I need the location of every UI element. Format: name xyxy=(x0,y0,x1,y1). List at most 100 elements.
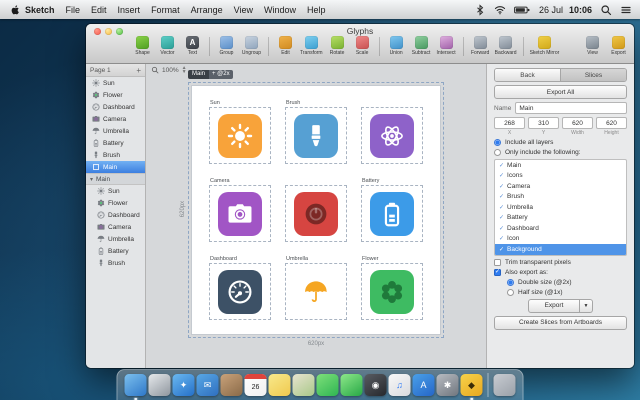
tile-cell-dashboard[interactable]: Dashboard xyxy=(209,256,271,320)
sidebar-item-sun[interactable]: Sun xyxy=(86,185,145,197)
menu-help[interactable]: Help xyxy=(307,5,326,15)
dock-messages-icon[interactable] xyxy=(317,374,339,396)
sidebar-item-main[interactable]: Main xyxy=(86,161,145,173)
minimize-button[interactable] xyxy=(105,28,112,35)
export-dropdown-arrow[interactable]: ▼ xyxy=(580,299,593,313)
layer-row-icon[interactable]: ✓Icon xyxy=(495,234,626,245)
toolbar-subtract[interactable]: Subtract xyxy=(411,36,432,56)
also-export-checkbox[interactable]: ✓ xyxy=(494,269,501,276)
zoom-button[interactable] xyxy=(116,28,123,35)
checkmark-icon[interactable]: ✓ xyxy=(499,172,504,179)
only-include-radio[interactable] xyxy=(494,149,501,156)
create-slices-button[interactable]: Create Slices from Artboards xyxy=(494,316,627,330)
double-size-radio[interactable] xyxy=(507,279,514,286)
menu-edit[interactable]: Edit xyxy=(91,5,107,15)
toolbar-vector[interactable]: Vector xyxy=(157,36,178,56)
wifi-icon[interactable] xyxy=(494,4,506,16)
tile-cell-battery[interactable]: Battery xyxy=(361,178,423,242)
sidebar-item-battery[interactable]: Battery xyxy=(86,137,145,149)
sidebar-item-dashboard[interactable]: Dashboard xyxy=(86,209,145,221)
height-input[interactable]: 620 xyxy=(596,117,627,129)
zoom-control[interactable]: 100% ▲▼ xyxy=(151,66,187,74)
menu-app-name[interactable]: Sketch xyxy=(25,5,55,15)
half-size-radio[interactable] xyxy=(507,289,514,296)
sidebar-item-camera[interactable]: Camera xyxy=(86,221,145,233)
spotlight-icon[interactable] xyxy=(600,4,612,16)
dock-trash-icon[interactable] xyxy=(494,374,516,396)
toolbar-group[interactable]: Group xyxy=(216,36,237,56)
add-page-icon[interactable]: + xyxy=(136,66,141,75)
flower-tile[interactable] xyxy=(370,270,414,314)
sidebar-item-brush[interactable]: Brush xyxy=(86,149,145,161)
sidebar-item-battery[interactable]: Battery xyxy=(86,245,145,257)
layer-row-camera[interactable]: ✓Camera xyxy=(495,181,626,192)
sidebar-item-flower[interactable]: Flower xyxy=(86,197,145,209)
zoom-steppers[interactable]: ▲▼ xyxy=(182,66,187,74)
dock-finder-icon[interactable] xyxy=(125,374,147,396)
layer-row-background[interactable]: ✓Background xyxy=(495,244,626,255)
sidebar-group-main[interactable]: ▾ Main xyxy=(86,173,145,185)
layer-row-icons[interactable]: ✓Icons xyxy=(495,171,626,182)
menu-time[interactable]: 10:06 xyxy=(569,5,592,15)
tab-slices[interactable]: Slices xyxy=(561,69,626,81)
gauge-tile[interactable] xyxy=(218,270,262,314)
also-export-option[interactable]: ✓ Also export as: xyxy=(494,269,627,276)
include-all-option[interactable]: Include all layers xyxy=(494,139,627,146)
artboard-main[interactable]: Main + @2x 620px 620px SunBrushCameraBat… xyxy=(192,86,440,334)
dock-app-store-icon[interactable]: A xyxy=(413,374,435,396)
sidebar-item-umbrella[interactable]: Umbrella xyxy=(86,233,145,245)
export-button[interactable]: Export xyxy=(528,299,580,313)
dock-calendar-icon[interactable]: 26 xyxy=(245,374,267,396)
notification-center-icon[interactable] xyxy=(620,4,632,16)
toolbar-sketch-mirror[interactable]: Sketch Mirror xyxy=(530,36,560,56)
dock-photo-booth-icon[interactable]: ◉ xyxy=(365,374,387,396)
double-size-option[interactable]: Double size (@2x) xyxy=(507,279,627,286)
layer-row-umbrella[interactable]: ✓Umbrella xyxy=(495,202,626,213)
checkmark-icon[interactable]: ✓ xyxy=(499,204,504,211)
toolbar-text[interactable]: AText xyxy=(182,36,203,56)
toolbar-forward[interactable]: Forward xyxy=(470,36,491,56)
disclosure-icon[interactable]: ▾ xyxy=(90,176,93,183)
tile-cell-umbrella[interactable]: Umbrella xyxy=(285,256,347,320)
toolbar-view[interactable]: View xyxy=(582,36,603,56)
toolbar-export[interactable]: Export xyxy=(608,36,629,56)
width-input[interactable]: 620 xyxy=(562,117,593,129)
dock-notes-icon[interactable] xyxy=(269,374,291,396)
checkmark-icon[interactable]: ✓ xyxy=(499,214,504,221)
sidebar-item-dashboard[interactable]: Dashboard xyxy=(86,101,145,113)
checkmark-icon[interactable]: ✓ xyxy=(499,235,504,242)
checkmark-icon[interactable]: ✓ xyxy=(499,183,504,190)
knob-tile[interactable] xyxy=(294,192,338,236)
atom-tile[interactable] xyxy=(370,114,414,158)
dock-contacts-icon[interactable] xyxy=(221,374,243,396)
menu-format[interactable]: Format xyxy=(151,5,180,15)
tile-cell-knob[interactable] xyxy=(285,178,347,242)
tile-cell-atom[interactable] xyxy=(361,100,423,164)
dock-sketch-icon[interactable]: ◆ xyxy=(461,374,483,396)
tile-cell-sun[interactable]: Sun xyxy=(209,100,271,164)
trim-checkbox[interactable] xyxy=(494,259,501,266)
canvas[interactable]: 100% ▲▼ Main + @2x 620px 620px SunBrushC… xyxy=(146,64,486,368)
toolbar-rotate[interactable]: Rotate xyxy=(327,36,348,56)
only-include-option[interactable]: Only include the following: xyxy=(494,149,627,156)
menu-view[interactable]: View xyxy=(234,5,253,15)
layer-row-brush[interactable]: ✓Brush xyxy=(495,192,626,203)
layer-row-dashboard[interactable]: ✓Dashboard xyxy=(495,223,626,234)
sidebar-item-brush[interactable]: Brush xyxy=(86,257,145,269)
tile-cell-flower[interactable]: Flower xyxy=(361,256,423,320)
sun-tile[interactable] xyxy=(218,114,262,158)
checkmark-icon[interactable]: ✓ xyxy=(499,225,504,232)
artboard-badge[interactable]: Main + @2x xyxy=(188,70,233,79)
dock-maps-icon[interactable] xyxy=(293,374,315,396)
umbrella-tile[interactable] xyxy=(294,270,338,314)
toolbar-backward[interactable]: Backward xyxy=(495,36,517,56)
layer-row-battery[interactable]: ✓Battery xyxy=(495,213,626,224)
trim-option[interactable]: Trim transparent pixels xyxy=(494,259,627,266)
apple-menu-icon[interactable] xyxy=(10,4,21,16)
menu-file[interactable]: File xyxy=(66,5,81,15)
dock-safari-icon[interactable]: ✦ xyxy=(173,374,195,396)
tile-cell-camera[interactable]: Camera xyxy=(209,178,271,242)
checkmark-icon[interactable]: ✓ xyxy=(499,246,504,253)
toolbar-transform[interactable]: Transform xyxy=(300,36,323,56)
menu-insert[interactable]: Insert xyxy=(118,5,141,15)
